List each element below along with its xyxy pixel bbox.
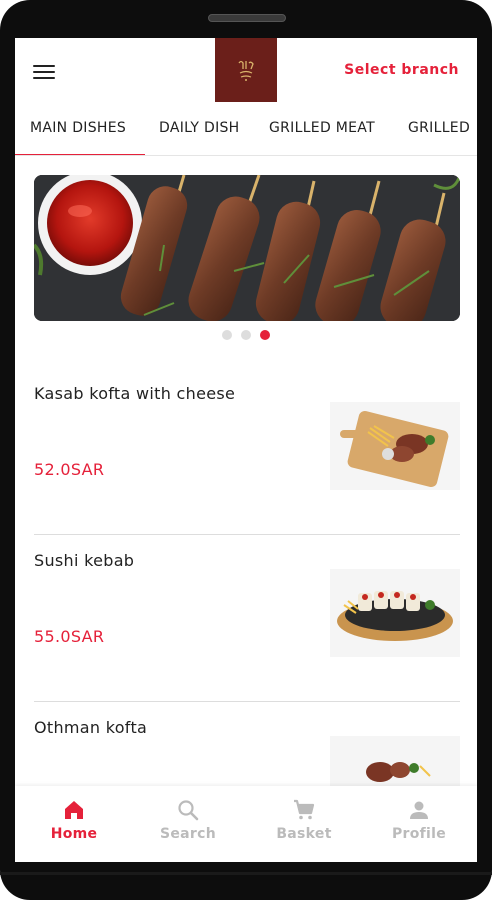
carousel-dot-3[interactable] [260, 330, 270, 340]
phone-bezel [0, 872, 492, 875]
kofta-skewers-image [34, 175, 460, 321]
tab-grilled-meat[interactable]: GRILLED MEAT [269, 120, 375, 136]
active-tab-indicator [15, 154, 145, 155]
person-icon [410, 801, 428, 819]
item-name: Sushi kebab [34, 551, 135, 570]
phone-speaker [208, 14, 286, 22]
nav-profile[interactable]: Profile [379, 798, 459, 842]
select-branch-button[interactable]: Select branch [344, 62, 459, 78]
nav-profile-label: Profile [391, 826, 447, 842]
tab-daily-dish[interactable]: DAILY DISH [159, 120, 240, 136]
category-tabs: MAIN DISHES DAILY DISH GRILLED MEAT GRIL… [15, 110, 477, 156]
nav-home[interactable]: Home [34, 798, 114, 842]
tab-main-dishes[interactable]: MAIN DISHES [30, 120, 126, 136]
cart-icon [294, 799, 315, 820]
nav-basket-label: Basket [276, 826, 332, 842]
phone-frame: Select branch MAIN DISHES DAILY DISH GRI… [0, 0, 492, 900]
home-icon [65, 801, 83, 819]
bottom-navigation: Home Search Basket Profile [15, 786, 477, 862]
item-image [330, 402, 460, 490]
hamburger-menu-icon[interactable] [33, 65, 55, 83]
menu-item[interactable]: Kasab kofta with cheese 52.0SAR [34, 368, 460, 536]
item-price: 55.0SAR [34, 627, 105, 646]
carousel-dot-2[interactable] [241, 330, 251, 340]
tab-grilled[interactable]: GRILLED [408, 120, 470, 136]
carousel-dot-1[interactable] [222, 330, 232, 340]
item-name: Othman kofta [34, 718, 148, 737]
nav-search-label: Search [160, 826, 216, 842]
app-header: Select branch [15, 38, 477, 106]
item-image [330, 569, 460, 657]
nav-search[interactable]: Search [148, 798, 228, 842]
restaurant-logo-icon [215, 38, 277, 102]
item-price: 52.0SAR [34, 460, 105, 479]
menu-item[interactable]: Sushi kebab 55.0SAR [34, 535, 460, 703]
nav-home-label: Home [50, 826, 98, 842]
item-name: Kasab kofta with cheese [34, 384, 236, 403]
app-screen: Select branch MAIN DISHES DAILY DISH GRI… [15, 38, 477, 862]
promo-banner[interactable] [34, 175, 460, 321]
nav-basket[interactable]: Basket [264, 798, 344, 842]
search-icon [178, 800, 199, 821]
